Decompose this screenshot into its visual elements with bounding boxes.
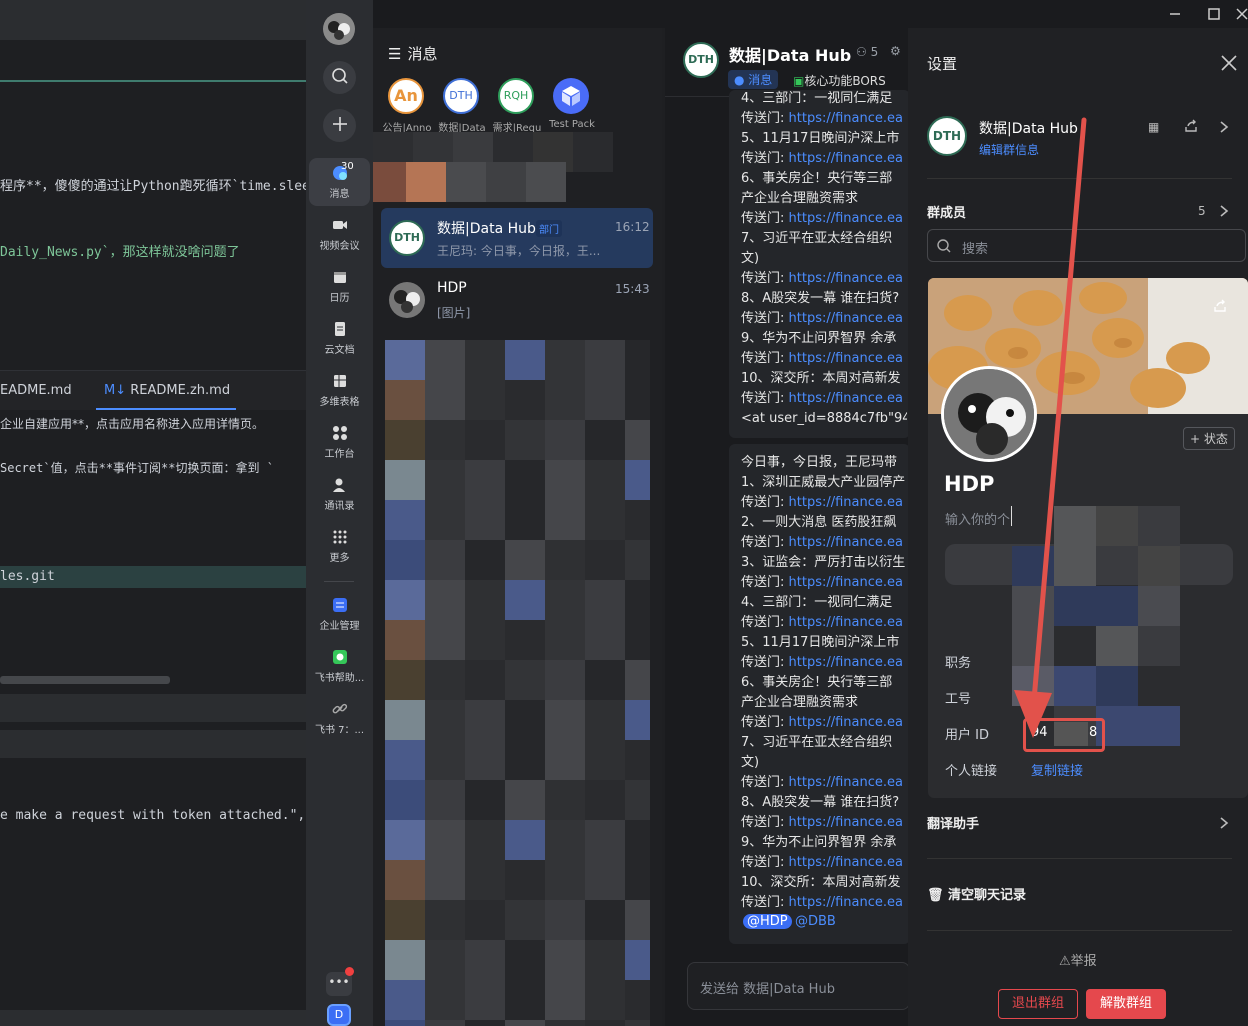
annotation-arrow: [1014, 117, 1087, 738]
